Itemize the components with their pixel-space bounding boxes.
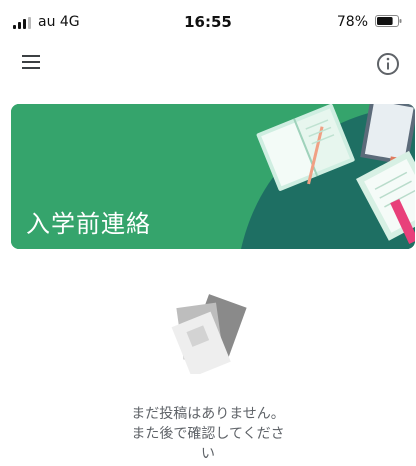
documents-icon (171, 294, 247, 374)
status-bar: au 4G 16:55 78% (0, 0, 416, 40)
battery-percentage: 78% (336, 14, 368, 30)
empty-state-message: まだ投稿はありません。また後で確認してください (131, 406, 285, 462)
hamburger-menu-icon[interactable] (20, 50, 48, 74)
battery-icon (375, 15, 402, 27)
info-icon[interactable] (374, 50, 402, 78)
class-title[interactable]: 入学前連絡 (26, 204, 151, 239)
